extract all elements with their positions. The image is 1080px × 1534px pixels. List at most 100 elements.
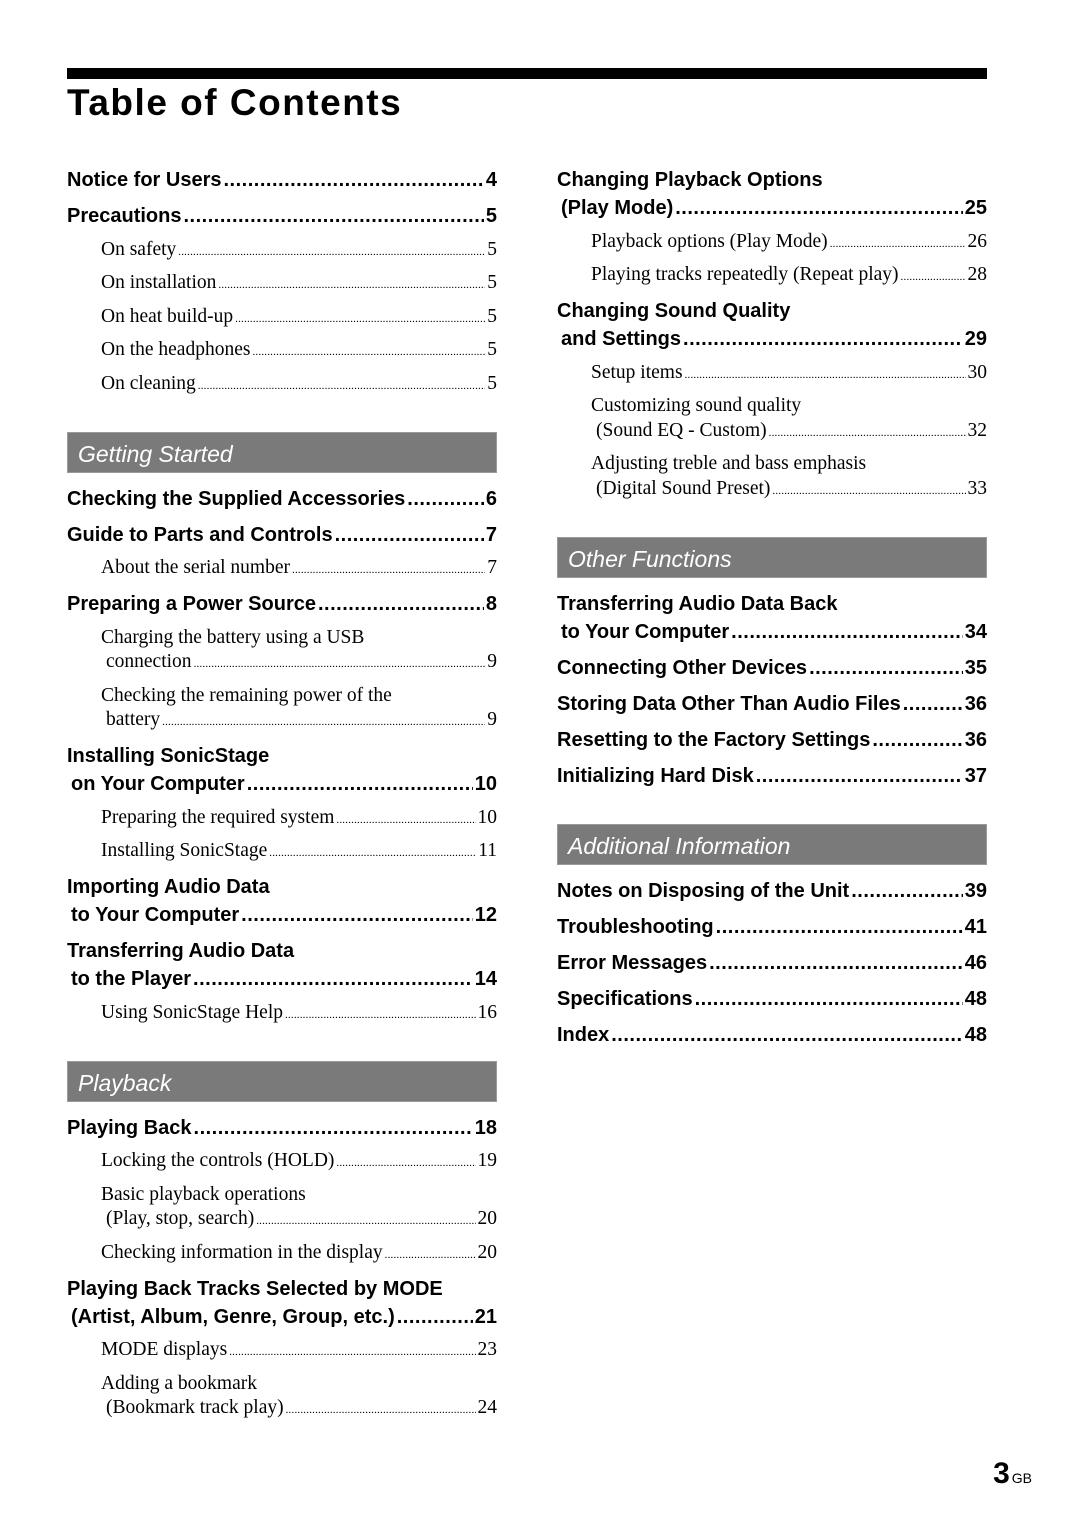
- dot-leader: [292, 556, 485, 583]
- toc-entry[interactable]: Initializing Hard Disk 37: [557, 758, 987, 794]
- toc-entry[interactable]: Importing Audio Data to Your Computer 12: [67, 869, 497, 933]
- toc-entry-title: (Digital Sound Preset): [596, 477, 771, 499]
- toc-entry-page: 21: [474, 1305, 497, 1328]
- toc-entry[interactable]: Changing Sound Quality and Settings 29: [557, 293, 987, 357]
- toc-entry[interactable]: Transferring Audio Data Back to Your Comp…: [557, 586, 987, 650]
- toc-entry[interactable]: Checking the Supplied Accessories 6: [67, 481, 497, 517]
- toc-group: Notes on Disposing of the Unit 39 Troubles…: [557, 873, 987, 1053]
- toc-entry-title: connection: [106, 651, 192, 672]
- toc-entry[interactable]: Connecting Other Devices 35: [557, 650, 987, 686]
- toc-subentry[interactable]: Playing tracks repeatedly (Repeat play) 2…: [557, 260, 987, 294]
- toc-subentry[interactable]: On heat build-up 5: [67, 301, 497, 335]
- toc-entry[interactable]: Precautions 5: [67, 198, 497, 234]
- toc-entry-page: 8: [485, 593, 497, 615]
- toc-subentry[interactable]: Charging the battery using a USB connecti…: [67, 622, 497, 680]
- toc-entry[interactable]: Installing SonicStage on Your Computer 10: [67, 738, 497, 802]
- dot-leader: [903, 690, 963, 718]
- toc-entry-page: 23: [477, 1339, 498, 1360]
- toc-subentry[interactable]: Checking information in the display 20: [67, 1237, 497, 1271]
- toc-entry[interactable]: Playing Back Tracks Selected by MODE (Art…: [67, 1271, 497, 1335]
- toc-entry-title: On the headphones: [101, 339, 251, 360]
- toc-entry-title: Storing Data Other Than Audio Files: [557, 692, 901, 715]
- dot-leader: [162, 708, 485, 735]
- toc-entry-title: Preparing the required system: [101, 806, 335, 828]
- toc-entry-page: 48: [964, 1023, 987, 1046]
- toc-entry-title: Checking the Supplied Accessories: [67, 487, 406, 510]
- toc-entry-title: About the serial number: [101, 557, 290, 578]
- dot-leader: [731, 618, 963, 646]
- toc-entry-page: 5: [487, 238, 497, 260]
- toc-subentry[interactable]: On cleaning 5: [67, 368, 497, 402]
- dot-leader: [716, 913, 963, 941]
- dot-leader: [385, 1241, 476, 1268]
- toc-entry[interactable]: Storing Data Other Than Audio Files 36: [557, 686, 987, 722]
- toc-subentry[interactable]: Playback options (Play Mode) 26: [557, 226, 987, 260]
- toc-entry-page: 9: [487, 709, 497, 730]
- toc-entry-page: 29: [964, 328, 987, 350]
- toc-entry-title: (Artist, Album, Genre, Group, etc.): [71, 1305, 395, 1328]
- dot-leader: [809, 654, 963, 682]
- toc-subentry[interactable]: Adjusting treble and bass emphasis (Digit…: [557, 449, 987, 507]
- toc-group: Changing Playback Options (Play Mode) 25 Pl…: [557, 162, 987, 507]
- toc-subentry[interactable]: Adding a bookmark (Bookmark track play) 24: [67, 1368, 497, 1426]
- toc-subentry[interactable]: Installing SonicStage 11: [67, 836, 497, 870]
- toc-entry[interactable]: Notice for Users 4: [67, 162, 497, 198]
- dot-leader: [286, 1396, 476, 1423]
- toc-subentry[interactable]: Setup items 30: [557, 357, 987, 391]
- toc-entry[interactable]: Error Messages 46: [557, 945, 987, 981]
- toc-entry[interactable]: Guide to Parts and Controls 7: [67, 517, 497, 553]
- toc-entry-page: 5: [487, 305, 497, 327]
- toc-entry-page: 12: [474, 904, 497, 926]
- toc-subentry[interactable]: Locking the controls (HOLD) 19: [67, 1146, 497, 1180]
- toc-entry-page: 39: [964, 879, 987, 902]
- toc-entry-title-line1: Checking the remaining power of the: [101, 684, 392, 706]
- toc-entry-title: on Your Computer: [71, 773, 245, 795]
- dot-leader: [407, 485, 484, 513]
- toc-entry[interactable]: Troubleshooting 41: [557, 909, 987, 945]
- toc-entry-page: 5: [487, 372, 497, 394]
- toc-entry-page: 7: [487, 557, 497, 578]
- toc-entry[interactable]: Playing Back 18: [67, 1110, 497, 1146]
- toc-entry-page: 24: [477, 1397, 498, 1418]
- toc-entry-page: 25: [964, 197, 987, 219]
- dot-leader: [685, 361, 966, 388]
- toc-entry[interactable]: Resetting to the Factory Settings 36: [557, 722, 987, 758]
- toc-entry[interactable]: Changing Playback Options (Play Mode) 25: [557, 162, 987, 226]
- toc-entry-page: 30: [967, 361, 988, 383]
- toc-entry-title-line1: Importing Audio Data: [67, 876, 270, 898]
- toc-entry-title: Playback options (Play Mode): [591, 230, 828, 252]
- toc-entry-title: Initializing Hard Disk: [557, 764, 754, 787]
- toc-entry-page: 14: [474, 968, 497, 990]
- toc-subentry[interactable]: MODE displays 23: [67, 1335, 497, 1369]
- toc-entry-title-line1: Changing Sound Quality: [557, 300, 791, 322]
- dot-leader: [229, 1338, 475, 1365]
- toc-entry-title: Precautions: [67, 205, 182, 227]
- toc-entry[interactable]: Preparing a Power Source 8: [67, 586, 497, 622]
- toc-subentry[interactable]: On the headphones 5: [67, 335, 497, 369]
- dot-leader: [235, 305, 485, 332]
- toc-subentry[interactable]: Basic playback operations (Play, stop, se…: [67, 1179, 497, 1237]
- toc-subentry[interactable]: About the serial number 7: [67, 553, 497, 587]
- toc-entry-title: and Settings: [561, 328, 682, 350]
- toc-entry[interactable]: Transferring Audio Data to the Player 14: [67, 933, 497, 997]
- toc-entry-page: 18: [474, 1116, 497, 1139]
- toc-entry[interactable]: Index 48: [557, 1017, 987, 1053]
- toc-entry[interactable]: Specifications 48: [557, 981, 987, 1017]
- toc-entry-title-line1: Installing SonicStage: [67, 745, 270, 767]
- toc-entry-page: 35: [964, 656, 987, 679]
- toc-entry-title: Checking information in the display: [101, 1241, 383, 1263]
- toc-entry-title: On heat build-up: [101, 305, 234, 327]
- toc-subentry[interactable]: On safety 5: [67, 234, 497, 268]
- toc-subentry[interactable]: Preparing the required system 10: [67, 802, 497, 836]
- toc-group: Playing Back 18 Locking the controls (HOLD…: [67, 1110, 497, 1427]
- toc-entry[interactable]: Notes on Disposing of the Unit 39: [557, 873, 987, 909]
- dot-leader: [178, 238, 485, 265]
- toc-subentry[interactable]: Customizing sound quality (Sound EQ - Cus…: [557, 391, 987, 449]
- toc-subentry[interactable]: Using SonicStage Help 16: [67, 997, 497, 1031]
- toc-entry-title: Index: [557, 1023, 610, 1046]
- page-number-suffix: GB: [1011, 1470, 1032, 1486]
- toc-entry-title: Playing tracks repeatedly (Repeat play): [591, 264, 899, 285]
- toc-subentry[interactable]: Checking the remaining power of the batte…: [67, 680, 497, 738]
- toc-subentry[interactable]: On installation 5: [67, 268, 497, 302]
- dot-leader: [709, 949, 963, 977]
